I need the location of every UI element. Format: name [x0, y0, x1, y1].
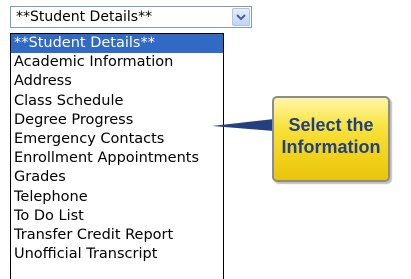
callout-line-1: Select the [288, 115, 374, 135]
callout-text: Select the Information [274, 114, 388, 158]
instruction-callout: Select the Information [272, 96, 390, 182]
callout-line-2: Information [281, 137, 381, 157]
